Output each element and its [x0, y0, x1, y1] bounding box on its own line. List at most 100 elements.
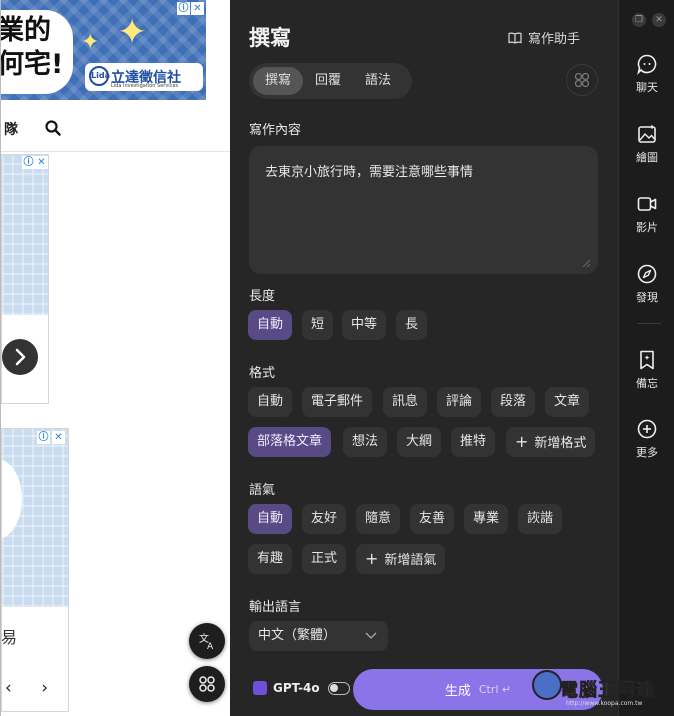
output-language-value: 中文（繁體） [258, 628, 337, 643]
ad-headline: 業的 何宅! [1, 10, 73, 94]
format-option-idea[interactable]: 想法 [343, 427, 388, 457]
sidebar-item-label: 備忘 [636, 377, 658, 390]
length-label: 長度 [249, 289, 276, 304]
close-icon[interactable]: ✕ [652, 13, 666, 27]
ad-logo: Lida 立達徵信社 Lida Investigation Services [85, 63, 203, 91]
plus-icon: + [515, 432, 529, 451]
sidebar-item-label: 發現 [636, 291, 658, 304]
generate-label: 生成 [444, 684, 471, 699]
model-icon [253, 681, 267, 695]
sidebar-item-memo[interactable]: 備忘 [619, 349, 674, 391]
chevron-down-icon [365, 632, 377, 639]
watermark-url: http://www.koopa.com.tw [566, 700, 643, 707]
sidebar-item-draw[interactable]: 繪圖 [619, 123, 674, 165]
ad-info-icon[interactable]: ⓘ [37, 431, 50, 444]
add-format-button[interactable]: + 新增格式 [506, 427, 596, 457]
plus-icon: + [365, 549, 379, 568]
star-icon: ✦ [117, 12, 148, 53]
tone-option-kind[interactable]: 友善 [410, 504, 455, 534]
translate-icon: 文 A [199, 632, 214, 652]
model-toggle[interactable] [327, 681, 350, 695]
sidebar-item-chat[interactable]: 聊天 [619, 53, 674, 95]
tone-option-formal[interactable]: 正式 [302, 544, 347, 574]
tone-option-fun[interactable]: 有趣 [248, 544, 293, 574]
grid-icon [574, 72, 590, 88]
star-icon: ✦ [81, 30, 100, 55]
tone-option-professional[interactable]: 專業 [464, 504, 509, 534]
length-option-medium[interactable]: 中等 [342, 310, 387, 340]
layout-grid-button[interactable] [566, 64, 598, 96]
nav-item[interactable]: 隊 [4, 119, 18, 139]
output-language-label: 輸出語言 [249, 600, 302, 615]
article-text: 易 [1, 628, 18, 647]
background-webpage: 業的 何宅! ✦ ✦ Lida 立達徵信社 Lida Investigation… [0, 0, 230, 716]
chevron-right-icon [15, 348, 26, 366]
generate-shortcut: Ctrl ↵ [478, 683, 512, 696]
tone-option-humorous[interactable]: 詼諧 [518, 504, 563, 534]
model-selector[interactable]: GPT-4o [253, 681, 350, 695]
format-option-auto[interactable]: 自動 [248, 387, 293, 417]
ad-logo-subtext: Lida Investigation Services [111, 83, 179, 89]
tone-option-auto[interactable]: 自動 [248, 504, 293, 534]
length-option-auto[interactable]: 自動 [248, 310, 293, 340]
format-option-paragraph[interactable]: 段落 [491, 387, 536, 417]
apps-button[interactable] [189, 666, 225, 702]
compose-panel: 撰寫 寫作助手 撰寫 回覆 語法 寫作內容 去東京小旅行時，需要注意哪些事情 長… [230, 0, 618, 716]
sidebar-item-label: 更多 [636, 446, 658, 459]
ad-logo-mark: Lida [89, 66, 110, 86]
side-ad-2[interactable] [1, 428, 69, 712]
watermark-mascot [532, 670, 562, 700]
sidebar-item-label: 聊天 [636, 81, 658, 94]
format-option-blog-post[interactable]: 部落格文章 [248, 427, 332, 457]
tab-grammar[interactable]: 語法 [353, 67, 403, 95]
chat-icon [637, 54, 657, 75]
search-icon[interactable] [45, 120, 61, 136]
restore-icon[interactable]: ❐ [632, 13, 646, 27]
model-name: GPT-4o [273, 681, 320, 695]
add-format-label: 新增格式 [534, 436, 587, 451]
tab-reply[interactable]: 回覆 [303, 67, 353, 95]
tone-label: 語氣 [249, 483, 276, 498]
format-option-review[interactable]: 評論 [437, 387, 482, 417]
format-option-email[interactable]: 電子郵件 [302, 387, 373, 417]
ad-info-icon[interactable]: ⓘ [22, 156, 35, 169]
video-icon [637, 197, 657, 211]
plus-circle-icon [637, 419, 657, 439]
ad-close-icon[interactable]: ✕ [52, 431, 65, 444]
tab-compose[interactable]: 撰寫 [253, 67, 304, 95]
ad-close-icon[interactable]: ✕ [191, 2, 204, 15]
output-language-select[interactable]: 中文（繁體） [249, 621, 388, 651]
format-option-article[interactable]: 文章 [545, 387, 590, 417]
compass-icon [637, 264, 657, 284]
tone-option-casual[interactable]: 隨意 [356, 504, 401, 534]
sidebar-item-discover[interactable]: 發現 [619, 263, 674, 305]
watermark-text: 電腦王阿達 [560, 680, 655, 702]
page-title: 撰寫 [249, 26, 291, 50]
sidebar-item-label: 影片 [636, 221, 658, 234]
apps-icon [199, 676, 215, 692]
ad-info-icon[interactable]: ⓘ [177, 2, 190, 15]
sidebar-item-video[interactable]: 影片 [619, 193, 674, 235]
ad-close-icon[interactable]: ✕ [35, 156, 48, 169]
sidebar-item-label: 繪圖 [636, 151, 658, 164]
mode-tabs: 撰寫 回覆 語法 [249, 63, 412, 99]
format-option-tweet[interactable]: 推特 [451, 427, 496, 457]
resize-grip-icon[interactable] [582, 259, 591, 268]
site-navbar: 隊 [1, 104, 230, 152]
translate-button[interactable]: 文 A [189, 623, 225, 659]
format-option-outline[interactable]: 大綱 [397, 427, 442, 457]
format-option-message[interactable]: 訊息 [383, 387, 428, 417]
book-icon [508, 32, 522, 44]
sidebar-item-more[interactable]: 更多 [619, 418, 674, 460]
add-tone-button[interactable]: + 新增語氣 [356, 544, 446, 574]
content-input[interactable]: 去東京小旅行時，需要注意哪些事情 [249, 146, 598, 274]
length-option-short[interactable]: 短 [302, 310, 334, 340]
carousel-next-button[interactable] [2, 339, 38, 375]
add-tone-label: 新增語氣 [384, 553, 437, 568]
content-label: 寫作內容 [249, 123, 302, 138]
pager[interactable]: ‹ › [5, 678, 60, 698]
length-option-long[interactable]: 長 [396, 310, 428, 340]
tone-option-friendly[interactable]: 友好 [302, 504, 347, 534]
writing-assistant-link[interactable]: 寫作助手 [508, 28, 580, 47]
top-banner-ad[interactable]: 業的 何宅! ✦ ✦ Lida 立達徵信社 Lida Investigation… [1, 0, 206, 100]
